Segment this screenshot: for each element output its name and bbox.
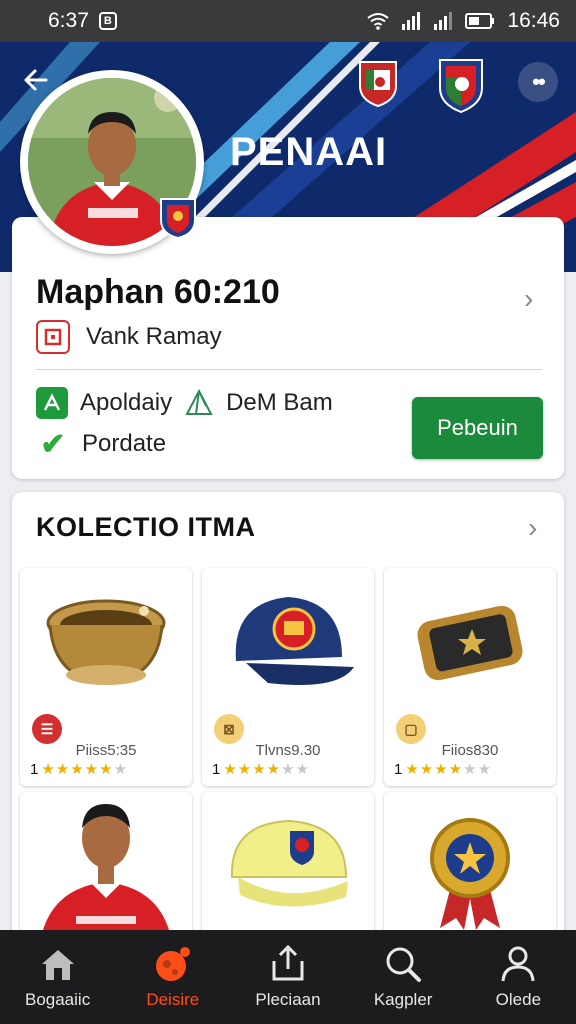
league-crest-icon[interactable] [436,56,486,114]
divider [36,369,542,370]
team-badge-icon [160,198,196,240]
nav-item-upload[interactable]: Pleciaan [230,930,345,1024]
status-bar: 6:37 B 16:46 [0,0,576,42]
nav-label: Bogaaiic [24,990,91,1009]
player-photo-image [20,792,192,942]
collection-item[interactable] [384,792,556,942]
item-rating: 1 ★★★★★★ [30,760,129,779]
wifi-icon [367,13,390,30]
more-dots-icon: •• [532,69,545,94]
info-3-label: Pordate [82,430,167,457]
star-rating-icon: ★★★★★★ [41,761,129,778]
collection-item[interactable]: ▢ Fiios830 1 ★★★★★★ [384,568,556,786]
stats-icon [36,387,68,419]
rating-count: 1 [394,760,403,778]
rating-count: 1 [30,760,39,778]
ball-icon [153,944,193,984]
nav-item-search[interactable]: Kagpler [346,930,461,1024]
leather-strap-image [384,568,556,718]
collection-item[interactable] [20,792,192,942]
home-icon [38,944,78,984]
signal-2-icon [434,12,453,30]
item-price: Piiss5:35 [75,742,137,759]
signal-1-icon [402,12,421,30]
club-logo-icon [36,320,70,354]
nav-item-ball[interactable]: Deisire [115,930,230,1024]
nav-label: Kagpler [373,990,433,1009]
collection-item[interactable]: ⊠ Tlvns9.30 1 ★★★★★★ [202,568,374,786]
tag-icon: ▢ [396,714,426,744]
item-rating: 1 ★★★★★★ [394,760,493,779]
bottom-navigation: Bogaaiic Deisire Pleciaan Kagpler Olede [0,930,576,1024]
search-icon [383,944,423,984]
info-row-2: ✔ Pordate [36,427,167,461]
status-time: 6:37 [48,9,89,32]
profile-card: Maphan 60:210 › Vank Ramay Apoldaiy DeM … [12,217,564,479]
info-row-1: Apoldaiy DeM Bam [36,387,333,419]
nav-label: Deisire [146,990,200,1009]
yellow-cap-image [202,792,374,942]
chevron-right-icon[interactable]: › [524,283,533,315]
nav-label: Olede [495,990,542,1009]
gold-medal-image [384,792,556,942]
check-icon: ✔ [40,427,66,461]
collection-item[interactable] [202,792,374,942]
chevron-right-icon[interactable]: › [528,512,537,544]
club-name: Vank Ramay [86,323,222,350]
club-crest-icon[interactable] [356,58,400,108]
nav-label: Pleciaan [255,990,321,1009]
more-options-button[interactable]: •• [518,62,558,102]
status-clock: 16:46 [507,9,560,32]
collection-section: KOLECTIO ITMA › ☰ Piiss5:35 1 ★★★★★★ ⊠ T… [12,492,564,942]
collection-item[interactable]: ☰ Piiss5:35 1 ★★★★★★ [20,568,192,786]
nav-item-profile[interactable]: Olede [461,930,576,1024]
triangle-icon [185,388,213,415]
tag-icon: ☰ [32,714,62,744]
primary-action-button[interactable]: Pebeuin [412,397,543,459]
item-price: Fiios830 [441,742,499,759]
brass-bowl-image [20,568,192,718]
upload-icon [268,944,308,984]
navy-cap-image [202,568,374,718]
info-2-label: DeM Bam [226,389,333,416]
tag-icon: ⊠ [214,714,244,744]
star-rating-icon: ★★★★★★ [405,761,493,778]
collection-title: KOLECTIO ITMA [36,512,256,542]
profile-icon [498,944,538,984]
info-1-label: Apoldaiy [80,389,173,416]
club-row[interactable]: Vank Ramay [36,320,222,354]
battery-icon [465,13,495,29]
nav-item-home[interactable]: Bogaaiic [0,930,115,1024]
player-name: Maphan 60:210 [36,273,280,311]
status-left: 6:37 B [48,9,117,33]
item-rating: 1 ★★★★★★ [212,760,311,779]
app-notification-icon: B [98,12,117,30]
header-title: PENAAI [230,130,388,174]
status-right: 16:46 [367,9,560,33]
star-rating-icon: ★★★★★★ [223,761,311,778]
rating-count: 1 [212,760,221,778]
item-price: Tlvns9.30 [255,742,321,759]
back-arrow-icon [24,69,48,91]
